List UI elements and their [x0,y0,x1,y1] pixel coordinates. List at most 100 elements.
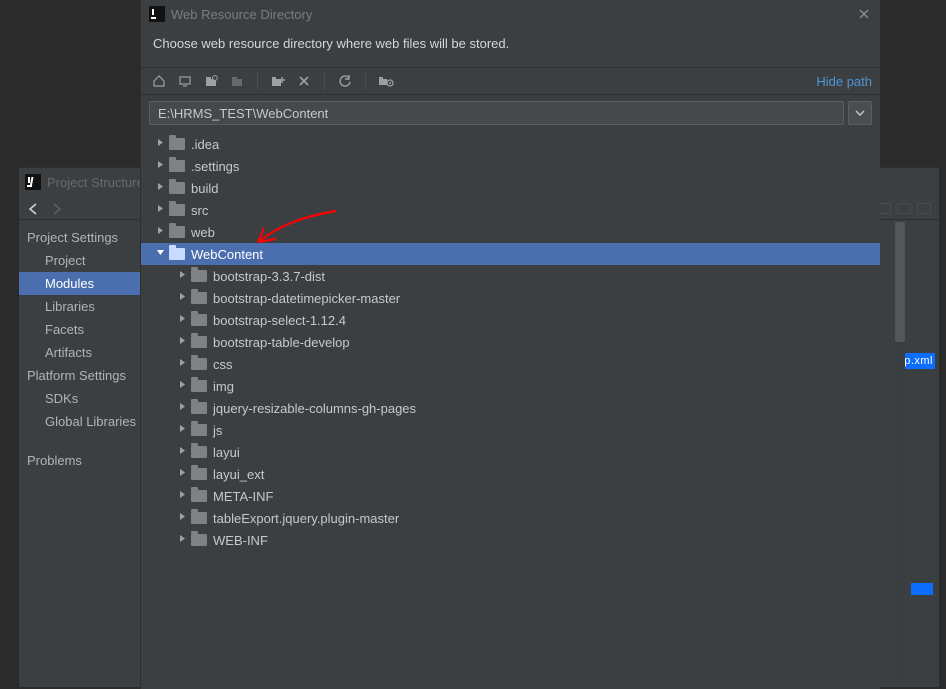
tree-row[interactable]: layui_ext [141,463,880,485]
directory-tree[interactable]: .idea .settings build src web WebContent boots… [141,131,880,551]
chevron-right-icon[interactable] [175,380,189,392]
folder-icon [169,138,185,150]
tree-row[interactable]: bootstrap-select-1.12.4 [141,309,880,331]
chevron-right-icon[interactable] [153,182,167,194]
tree-row[interactable]: tableExport.jquery.plugin-master [141,507,880,529]
tree-label: css [213,357,233,372]
folder-icon [191,358,207,370]
new-folder-icon[interactable] [268,71,288,91]
folder-icon [169,226,185,238]
folder-icon [191,380,207,392]
path-history-button[interactable] [848,101,872,125]
folder-icon [191,270,207,282]
project-root-icon[interactable] [201,71,221,91]
tree-row[interactable]: bootstrap-table-develop [141,331,880,353]
folder-icon [191,534,207,546]
folder-icon [191,512,207,524]
chevron-right-icon[interactable] [175,292,189,304]
desktop-icon[interactable] [175,71,195,91]
gutter-marker [911,583,933,595]
web-resource-directory-dialog: Web Resource Directory Choose web resour… [140,0,880,689]
tree-row[interactable]: web [141,221,880,243]
tree-row[interactable]: bootstrap-datetimepicker-master [141,287,880,309]
tree-label: build [191,181,218,196]
tree-row[interactable]: WebContent [141,243,880,265]
module-root-icon[interactable] [227,71,247,91]
tree-row[interactable]: layui [141,441,880,463]
close-icon[interactable] [856,6,872,22]
tree-label: jquery-resizable-columns-gh-pages [213,401,416,416]
tree-row[interactable]: build [141,177,880,199]
folder-icon [169,204,185,216]
folder-icon [169,248,185,260]
tree-row[interactable]: css [141,353,880,375]
intellij-icon [149,6,165,22]
tree-label: bootstrap-datetimepicker-master [213,291,400,306]
tree-row[interactable]: WEB-INF [141,529,880,551]
chevron-right-icon[interactable] [175,336,189,348]
tree-row[interactable]: img [141,375,880,397]
deployment-tag[interactable]: p.xml [902,353,935,369]
tree-row[interactable]: .idea [141,133,880,155]
tree-label: img [213,379,234,394]
tree-label: web [191,225,215,240]
chevron-right-icon[interactable] [175,490,189,502]
tree-label: bootstrap-select-1.12.4 [213,313,346,328]
folder-icon [191,402,207,414]
chevron-right-icon[interactable] [175,446,189,458]
tree-label: layui [213,445,240,460]
tree-row[interactable]: META-INF [141,485,880,507]
delete-icon[interactable] [294,71,314,91]
tree-label: .idea [191,137,219,152]
dialog-toolbar: Hide path [141,67,880,95]
home-icon[interactable] [149,71,169,91]
tree-label: src [191,203,208,218]
chevron-right-icon[interactable] [175,534,189,546]
tree-row[interactable]: js [141,419,880,441]
folder-icon [191,490,207,502]
folder-icon [191,424,207,436]
folder-icon [191,292,207,304]
tree-row[interactable]: .settings [141,155,880,177]
tree-label: WEB-INF [213,533,268,548]
tree-label: tableExport.jquery.plugin-master [213,511,399,526]
chevron-right-icon[interactable] [153,204,167,216]
tree-label: META-INF [213,489,273,504]
tree-label: bootstrap-table-develop [213,335,350,350]
tree-label: layui_ext [213,467,264,482]
chevron-right-icon[interactable] [175,468,189,480]
folder-icon [169,182,185,194]
dialog-title: Web Resource Directory [171,7,856,22]
chevron-right-icon[interactable] [175,512,189,524]
chevron-right-icon[interactable] [175,358,189,370]
intellij-icon [25,174,41,190]
chevron-down-icon[interactable] [153,248,167,260]
dialog-titlebar: Web Resource Directory [141,0,880,28]
tree-label: .settings [191,159,239,174]
folder-icon [191,336,207,348]
chevron-right-icon[interactable] [175,402,189,414]
chevron-right-icon[interactable] [153,160,167,172]
project-structure-title: Project Structure [47,175,144,190]
chevron-right-icon[interactable] [175,314,189,326]
tree-row[interactable]: src [141,199,880,221]
tree-label: WebContent [191,247,263,262]
chevron-right-icon[interactable] [175,424,189,436]
back-button[interactable] [27,203,41,215]
tree-row[interactable]: jquery-resizable-columns-gh-pages [141,397,880,419]
scroll-thumb[interactable] [895,222,905,342]
folder-icon [191,468,207,480]
refresh-icon[interactable] [335,71,355,91]
dialog-description: Choose web resource directory where web … [141,28,880,67]
path-input[interactable] [149,101,844,125]
tree-row[interactable]: bootstrap-3.3.7-dist [141,265,880,287]
hide-path-link[interactable]: Hide path [816,74,872,89]
tree-label: js [213,423,222,438]
show-hidden-icon[interactable] [376,71,396,91]
folder-icon [191,314,207,326]
chevron-right-icon[interactable] [153,138,167,150]
chevron-right-icon[interactable] [153,226,167,238]
chevron-right-icon[interactable] [175,270,189,282]
folder-icon [191,446,207,458]
forward-button[interactable] [49,203,63,215]
